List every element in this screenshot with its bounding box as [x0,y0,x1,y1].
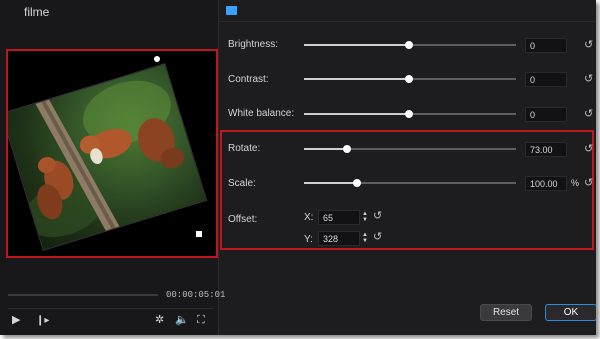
white-balance-reset-icon[interactable]: ↺ [584,109,593,120]
preview-panel: filme 00:00:05:01 ▶ ❙▸ ✲ 🔈 ⛶ [0,0,225,335]
brightness-slider-thumb[interactable] [405,41,413,49]
fullscreen-icon[interactable]: ⛶ [197,315,205,326]
brightness-value[interactable]: 0 [525,38,567,53]
rotate-slider-thumb[interactable] [343,145,351,153]
offset-x-stepper-icon[interactable]: ▲ ▼ [362,211,368,223]
timeline-track[interactable] [8,294,158,296]
brightness-label: Brightness: [228,39,279,50]
offset-x-input[interactable]: 65 [318,210,360,225]
header-divider [219,21,596,22]
scale-unit: % [571,178,580,188]
brightness-reset-icon[interactable]: ↺ [584,40,593,51]
controls-divider [8,308,214,309]
offset-y-stepper-icon[interactable]: ▲ ▼ [362,232,368,244]
contrast-slider-thumb[interactable] [405,75,413,83]
ok-button[interactable]: OK [545,304,596,321]
rotate-slider-fill [304,148,347,150]
scale-slider[interactable] [304,179,516,187]
scale-slider-thumb[interactable] [353,179,361,187]
offset-y-reset-icon[interactable]: ↺ [373,232,382,243]
image-adjust-icon[interactable] [226,6,237,15]
next-frame-icon[interactable]: ❙▸ [36,315,49,326]
play-icon[interactable]: ▶ [12,315,20,326]
rotate-reset-icon[interactable]: ↺ [584,144,593,155]
volume-icon[interactable]: 🔈 [175,315,189,326]
white-balance-slider[interactable] [304,110,516,118]
offset-y-label: Y: [304,234,313,245]
offset-x-reset-icon[interactable]: ↺ [373,211,382,222]
rotate-label: Rotate: [228,143,261,154]
rotate-handle[interactable] [154,56,160,62]
current-time: 00:00:05:01 [166,290,226,300]
video-preview-frame[interactable] [6,49,218,258]
white-balance-slider-thumb[interactable] [405,110,413,118]
video-editor-window: filme 00:00:05:01 ▶ ❙▸ ✲ 🔈 ⛶ Brightness:… [0,0,596,335]
contrast-reset-icon[interactable]: ↺ [584,74,593,85]
contrast-value[interactable]: 0 [525,72,567,87]
video-frame-image [8,63,208,251]
rotate-slider[interactable] [304,145,516,153]
scale-slider-fill [304,182,357,184]
squirrels-on-branch-illustration [23,80,185,247]
scale-value[interactable]: 100.00 [525,176,567,191]
offset-x-label: X: [304,212,314,223]
brightness-slider[interactable] [304,41,516,49]
scale-label: Scale: [228,178,256,189]
scale-reset-icon[interactable]: ↺ [584,178,593,189]
contrast-slider[interactable] [304,75,516,83]
white-balance-slider-fill [304,113,409,115]
white-balance-value[interactable]: 0 [525,107,567,122]
settings-icon[interactable]: ✲ [155,315,164,326]
white-balance-label: White balance: [228,108,295,119]
window-title: filme [24,5,50,19]
brightness-slider-fill [304,44,409,46]
contrast-slider-fill [304,78,409,80]
resize-handle[interactable] [196,231,202,237]
contrast-label: Contrast: [228,74,269,85]
reset-button[interactable]: Reset [480,304,532,321]
offset-y-input[interactable]: 328 [318,231,360,246]
offset-label: Offset: [228,214,258,225]
rotate-value[interactable]: 73.00 [525,142,567,157]
